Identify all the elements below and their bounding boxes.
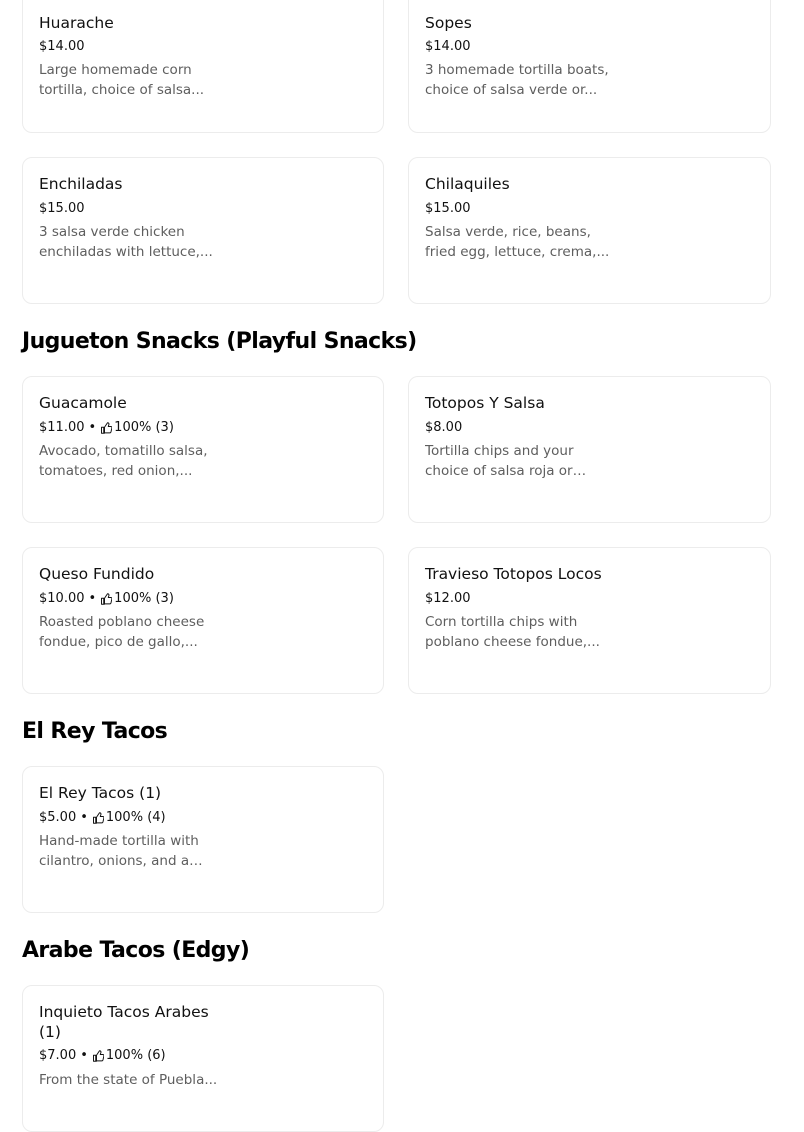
item-name: Chilaquiles [425, 175, 510, 193]
item-description: Tortilla chips and your choice of salsa … [425, 443, 574, 479]
thumbs-up-icon [101, 422, 113, 434]
menu-item-card[interactable]: Huarache $14.00 Large homemade corn tort… [22, 0, 384, 133]
item-rating: 100% (4) [105, 810, 166, 825]
item-description: From the state of Puebla... [39, 1072, 218, 1088]
item-name: Enchiladas [39, 175, 123, 193]
item-name: Inquieto Tacos Arabes (1) [39, 1003, 209, 1041]
item-rating: 100% (6) [105, 1048, 166, 1063]
meta-separator: • [80, 810, 88, 825]
item-meta: $12.00 [425, 590, 471, 608]
item-meta: $11.00 • 100% (3) [39, 419, 174, 437]
menu-item-card[interactable]: Inquieto Tacos Arabes (1) $7.00 • 100% (6)… [22, 985, 384, 1132]
item-price: $14.00 [425, 39, 471, 54]
item-description: Hand-made tortilla with cilantro, onions… [39, 833, 199, 869]
item-meta: $15.00 [39, 200, 85, 218]
item-rating: 100% (3) [114, 591, 174, 606]
item-description: 3 homemade tortilla boats, choice of sal… [425, 62, 609, 98]
item-description: Salsa verde, rice, beans, fried egg, let… [425, 224, 610, 260]
item-meta: $15.00 [425, 200, 471, 218]
menu-item-card[interactable]: Travieso Totopos Locos $12.00 Corn torti… [408, 547, 771, 694]
item-price: $10.00 [39, 591, 85, 606]
menu-item-card[interactable]: Sopes $14.00 3 homemade tortilla boats, … [408, 0, 771, 133]
item-description: 3 salsa verde chicken enchiladas with le… [39, 224, 213, 260]
section-title-el-rey-tacos: El Rey Tacos [22, 719, 168, 744]
section-title-snacks: Jugueton Snacks (Playful Snacks) [22, 329, 417, 354]
menu-item-card[interactable]: Guacamole $11.00 • 100% (3) Avocado, tomat… [22, 376, 384, 523]
item-price: $5.00 [39, 810, 77, 825]
item-meta: $14.00 [425, 38, 471, 56]
item-price: $15.00 [39, 201, 85, 216]
item-name: El Rey Tacos (1) [39, 784, 162, 802]
item-price: $7.00 [39, 1048, 77, 1063]
item-price: $14.00 [39, 39, 85, 54]
item-meta: $14.00 [39, 38, 85, 56]
section-title-arabe-tacos: Arabe Tacos (Edgy) [22, 938, 250, 963]
thumbs-up-icon [101, 593, 113, 605]
item-price: $12.00 [425, 591, 471, 606]
item-name: Totopos Y Salsa [425, 394, 545, 412]
meta-separator: • [88, 591, 97, 606]
item-name: Guacamole [39, 394, 127, 412]
menu-item-card[interactable]: Queso Fundido $10.00 • 100% (3) Roasted po… [22, 547, 384, 694]
thumbs-up-icon [92, 1050, 104, 1062]
item-price: $15.00 [425, 201, 471, 216]
meta-separator: • [88, 420, 97, 435]
item-meta: $10.00 • 100% (3) [39, 590, 174, 608]
item-description: Large homemade corn tortilla, choice of … [39, 62, 205, 98]
item-rating: 100% (3) [114, 420, 174, 435]
item-description: Corn tortilla chips with poblano cheese … [425, 614, 600, 650]
item-description: Roasted poblano cheese fondue, pico de g… [39, 614, 205, 650]
menu-item-card[interactable]: Enchiladas $15.00 3 salsa verde chicken … [22, 157, 384, 304]
menu-item-card[interactable]: Totopos Y Salsa $8.00 Tortilla chips and… [408, 376, 771, 523]
meta-separator: • [80, 1048, 88, 1063]
item-price: $11.00 [39, 420, 85, 435]
item-name: Queso Fundido [39, 565, 155, 583]
item-name: Huarache [39, 14, 114, 32]
item-meta: $8.00 [425, 419, 462, 437]
menu-item-card[interactable]: Chilaquiles $15.00 Salsa verde, rice, be… [408, 157, 771, 304]
item-name: Travieso Totopos Locos [425, 565, 602, 583]
item-price: $8.00 [425, 420, 463, 435]
thumbs-up-icon [92, 812, 104, 824]
item-description: Avocado, tomatillo salsa, tomatoes, red … [39, 443, 208, 479]
menu-item-card[interactable]: El Rey Tacos (1) $5.00 • 100% (4) Hand-mad… [22, 766, 384, 913]
item-meta: $7.00 • 100% (6) [39, 1047, 166, 1065]
item-name: Sopes [425, 14, 472, 32]
item-meta: $5.00 • 100% (4) [39, 809, 166, 827]
